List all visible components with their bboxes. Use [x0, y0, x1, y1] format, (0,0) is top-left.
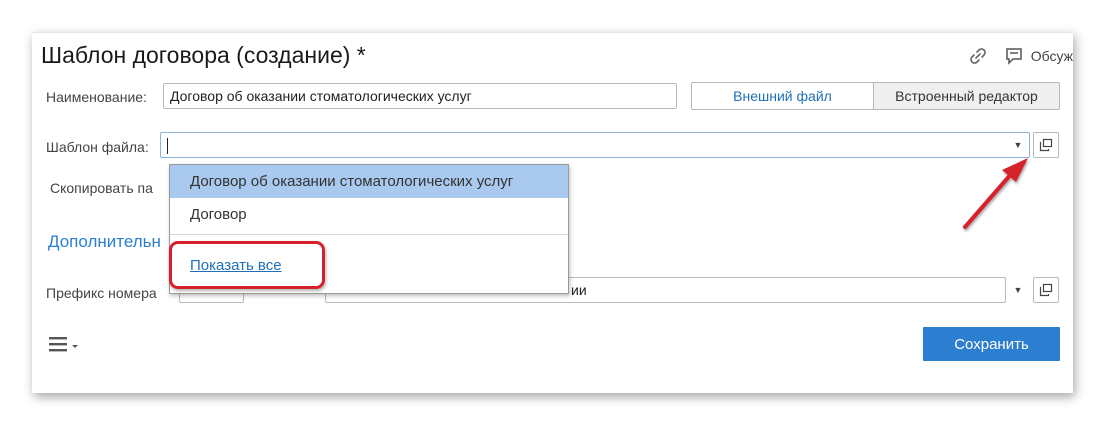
more-actions-button[interactable] — [49, 335, 81, 353]
builtin-editor-toggle[interactable]: Встроенный редактор — [873, 82, 1060, 110]
template-form-window: Шаблон договора (создание) * Обсуж Наиме… — [32, 32, 1073, 393]
discussion-icon[interactable] — [1003, 45, 1025, 67]
header-actions: Обсуж — [967, 45, 1073, 67]
open-window-icon — [1039, 283, 1053, 297]
annotation-highlight-box — [169, 241, 325, 289]
annotation-arrow-icon — [963, 158, 1028, 229]
number-prefix-label: Префикс номера — [46, 285, 157, 301]
copy-label: Скопировать па — [50, 180, 153, 196]
dropdown-divider — [170, 234, 568, 235]
additional-section-header[interactable]: Дополнительн — [48, 232, 161, 252]
file-template-label: Шаблон файла: — [46, 139, 149, 155]
discussions-button[interactable]: Обсуж — [1031, 48, 1073, 64]
second-select-open-button[interactable] — [1033, 277, 1059, 303]
external-file-toggle[interactable]: Внешний файл — [691, 82, 874, 110]
second-select-dropdown-button[interactable]: ▼ — [1007, 277, 1029, 303]
page-title: Шаблон договора (создание) * — [41, 42, 366, 68]
hamburger-menu-icon — [49, 337, 78, 352]
save-button[interactable]: Сохранить — [923, 327, 1060, 361]
chevron-down-icon: ▼ — [1013, 140, 1023, 150]
name-label: Наименование: — [46, 89, 147, 105]
open-window-icon — [1039, 138, 1053, 152]
dropdown-item[interactable]: Договор об оказании стоматологических ус… — [170, 165, 568, 198]
text-caret — [167, 138, 168, 155]
chevron-down-icon: ▼ — [1013, 285, 1023, 295]
file-template-input[interactable] — [160, 132, 1030, 158]
name-input[interactable]: Договор об оказании стоматологических ус… — [163, 83, 677, 109]
link-icon[interactable] — [967, 45, 989, 67]
dropdown-item[interactable]: Договор — [170, 198, 568, 231]
